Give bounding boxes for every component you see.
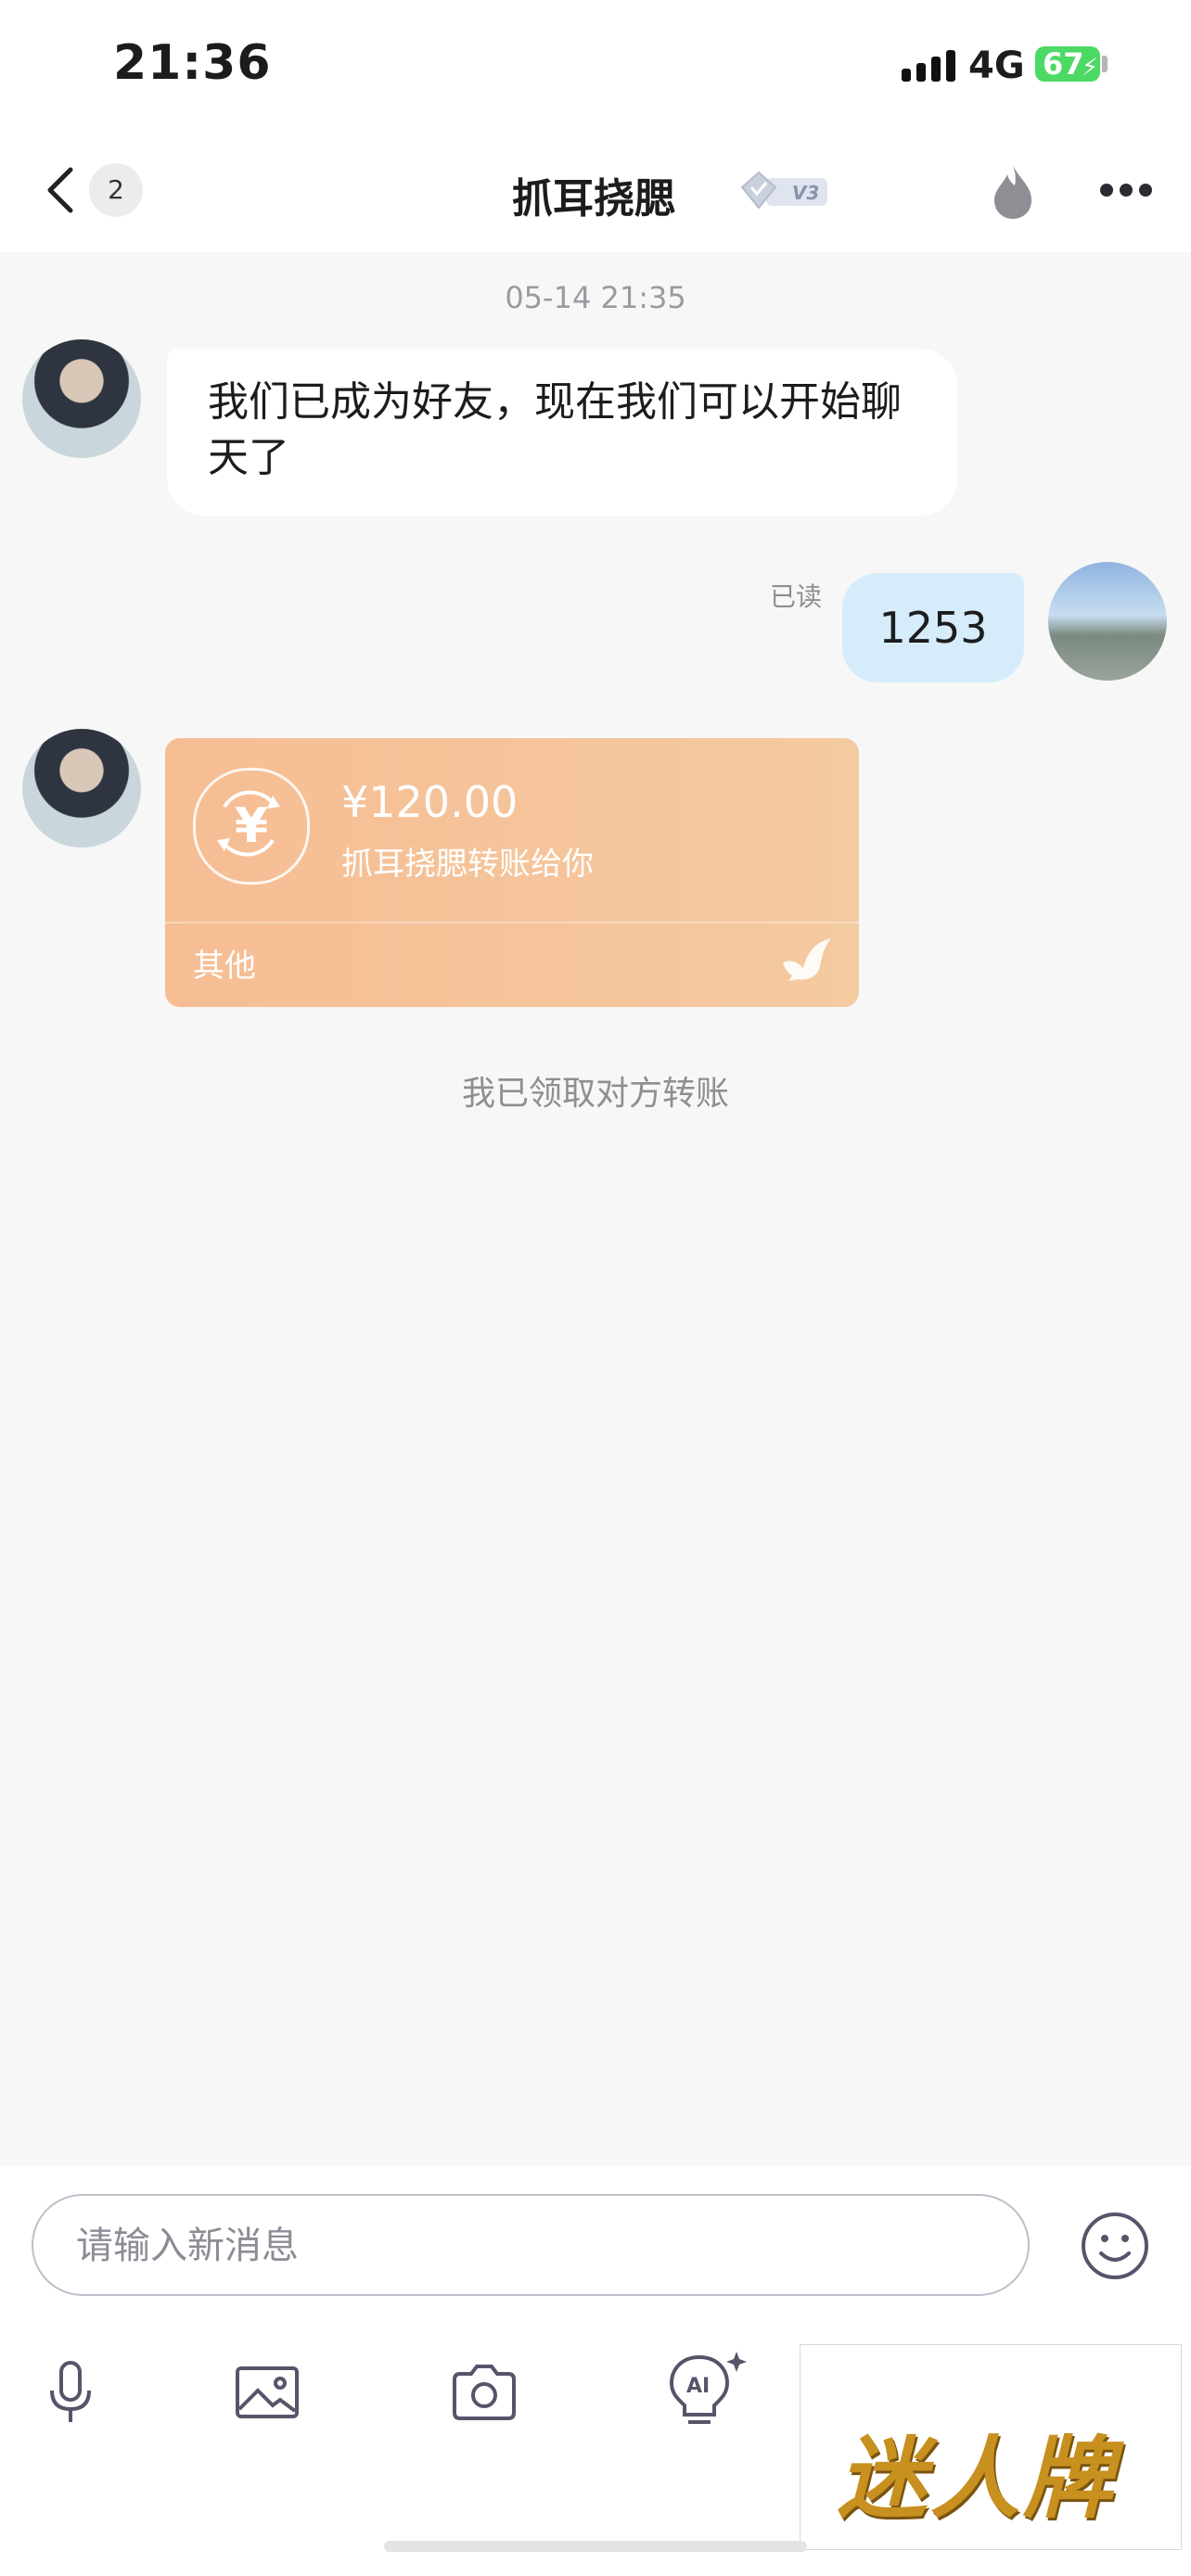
status-time: 21:36 bbox=[113, 35, 272, 91]
yen-symbol: ¥ bbox=[234, 798, 269, 854]
unread-count-badge: 2 bbox=[89, 163, 143, 217]
ai-bulb-icon: AI bbox=[669, 2352, 747, 2424]
transfer-amount: ¥120.00 bbox=[341, 777, 519, 827]
chevron-left-icon bbox=[47, 167, 73, 213]
battery-cap bbox=[1102, 56, 1108, 72]
contact-avatar[interactable] bbox=[22, 339, 141, 458]
contact-name[interactable]: 抓耳挠腮 bbox=[482, 165, 705, 224]
dove-icon bbox=[779, 935, 835, 983]
incoming-message-text: 我们已成为好友，现在我们可以开始聊天了 bbox=[208, 378, 902, 481]
home-indicator bbox=[384, 2541, 807, 2552]
svg-text:AI: AI bbox=[686, 2375, 710, 2398]
read-receipt: 已读 bbox=[770, 581, 823, 612]
image-button[interactable] bbox=[232, 2357, 302, 2428]
watermark-text: 迷人牌 bbox=[838, 2427, 1116, 2531]
message-timestamp: 05-14 21:35 bbox=[505, 280, 686, 315]
system-note: 我已领取对方转账 bbox=[461, 1075, 729, 1113]
flame-icon[interactable] bbox=[991, 163, 1035, 221]
network-type: 4G bbox=[968, 45, 1025, 87]
microphone-icon bbox=[50, 2361, 91, 2422]
message-input[interactable] bbox=[74, 2196, 968, 2296]
transfer-description: 抓耳挠腮转账给你 bbox=[341, 846, 594, 883]
voice-button[interactable] bbox=[35, 2357, 106, 2428]
back-button[interactable] bbox=[39, 162, 85, 218]
my-avatar[interactable] bbox=[1048, 562, 1167, 681]
transfer-type: 其他 bbox=[193, 948, 256, 985]
charging-bolt-icon: ⚡ bbox=[1082, 54, 1099, 82]
image-icon bbox=[236, 2366, 299, 2418]
emoji-button[interactable] bbox=[1080, 2211, 1150, 2281]
camera-icon bbox=[453, 2365, 516, 2420]
dove-shape bbox=[783, 938, 831, 981]
contact-avatar[interactable] bbox=[22, 729, 141, 848]
watermark-logo: 迷人牌 bbox=[800, 2344, 1182, 2550]
level-text: V3 bbox=[792, 182, 819, 204]
more-options-button[interactable] bbox=[1100, 184, 1152, 198]
ai-assistant-button[interactable]: AI bbox=[666, 2350, 749, 2428]
transfer-yen-icon: ¥ bbox=[193, 768, 310, 885]
smiley-icon bbox=[1082, 2213, 1148, 2279]
outgoing-message-bubble[interactable]: 1253 bbox=[842, 573, 1024, 682]
message-input-box[interactable] bbox=[32, 2194, 1030, 2296]
vip-level-badge: V3 bbox=[738, 169, 835, 213]
diamond-icon: V3 bbox=[740, 171, 827, 210]
flame-shape bbox=[994, 165, 1031, 219]
camera-button[interactable] bbox=[449, 2357, 519, 2428]
battery-level: 67 bbox=[1043, 46, 1084, 82]
signal-icon bbox=[902, 50, 957, 82]
battery-icon: 67 ⚡ bbox=[1035, 46, 1100, 82]
transfer-divider bbox=[165, 922, 859, 924]
